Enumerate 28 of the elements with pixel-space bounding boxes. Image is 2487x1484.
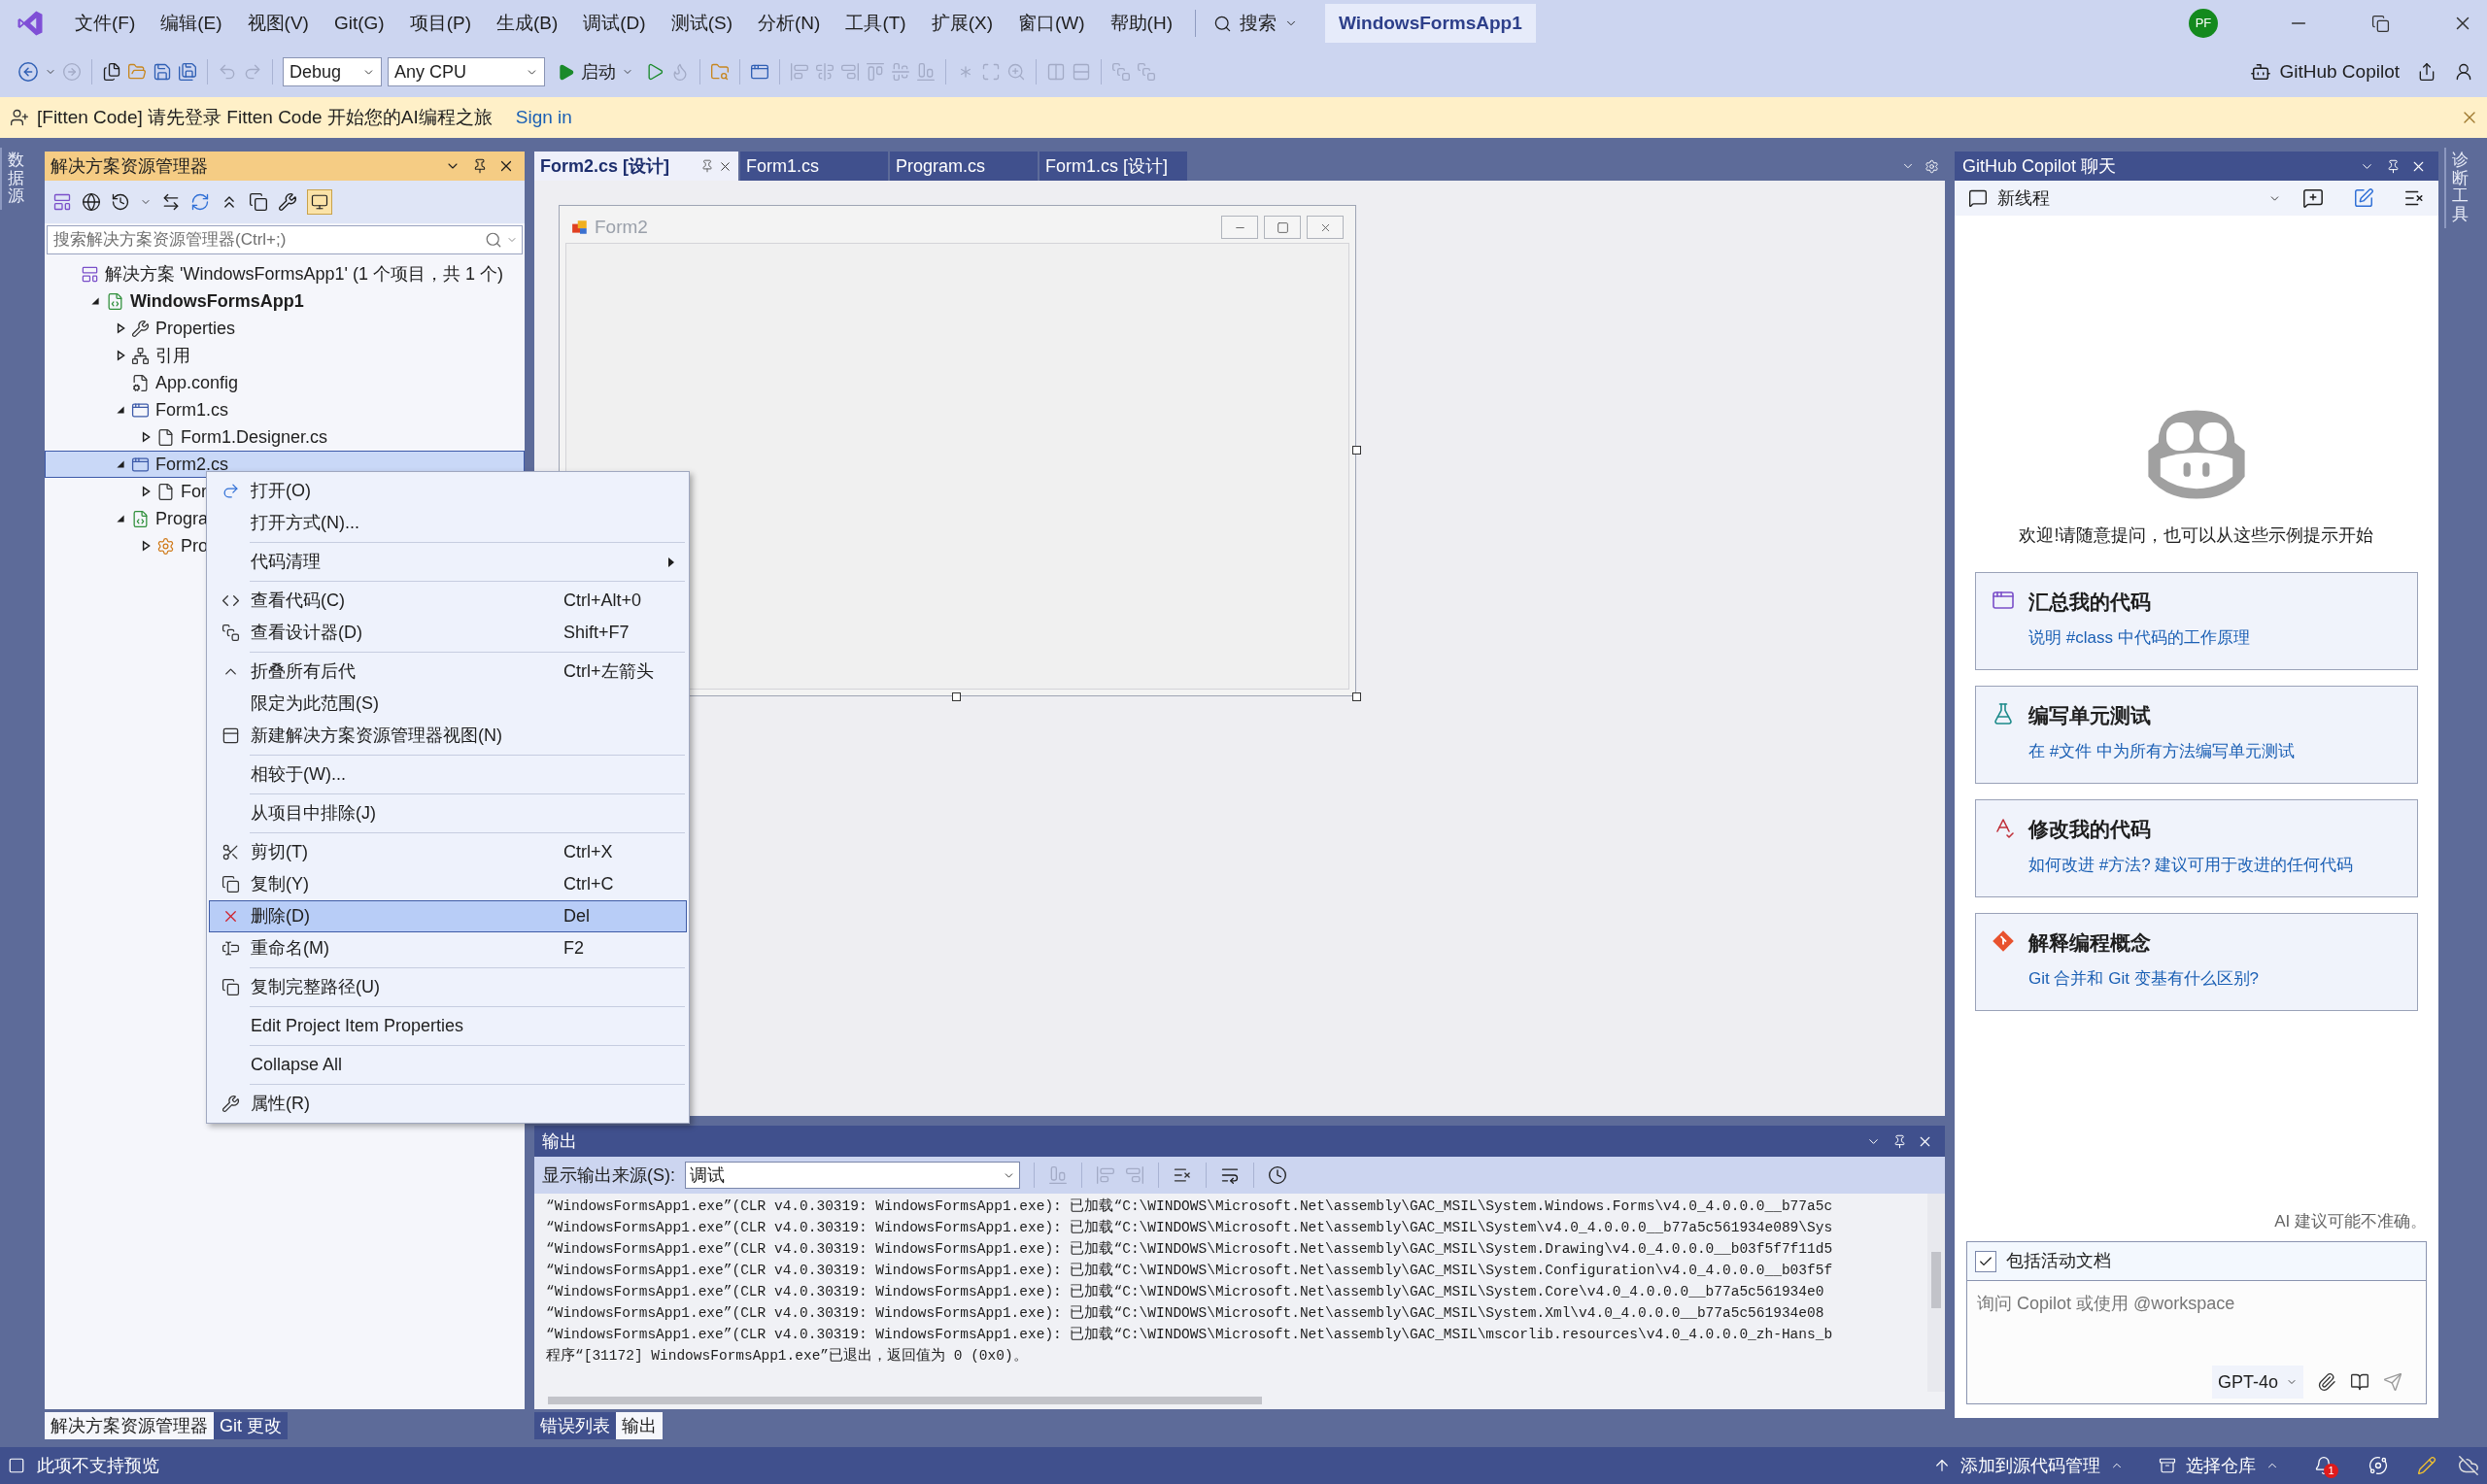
output-line: 程序“[31172] WindowsFormsApp1.exe”已退出，返回值为 0 (0x0)。 (546, 1346, 1028, 1366)
card-title: 汇总我的代码 (2028, 590, 2152, 615)
checkbox-label: 包括活动文档 (2006, 1250, 2111, 1272)
notification-badge: 1 (2324, 1464, 2338, 1478)
output-line: “WindowsFormsApp1.exe”(CLR v4.0.30319: WindowsFormsApp1.exe): 已加载“C:\WINDOWS\Microsoft.Net\assembly\GAC_MSIL\System.Windows.Forms\v4.0_4.0.0.0__b77a5c (546, 1197, 1833, 1216)
output-line: “WindowsFormsApp1.exe”(CLR v4.0.30319: WindowsFormsApp1.exe): 已加载“C:\WINDOWS\Microsoft.Net\assembly\GAC_MSIL\System.Configuration\v4.0_4.0.0.0__b03f5f (546, 1261, 1833, 1280)
source-label: 显示输出来源(S): (542, 1164, 675, 1187)
status-message: 此项不支持预览 (37, 1454, 159, 1477)
output-line: “WindowsFormsApp1.exe”(CLR v4.0.30319: WindowsFormsApp1.exe): 已加载“C:\WINDOWS\Microsoft.Net\assembly\GAC_MSIL\System.Core\v4.0_4.0.0.0__b77a5c561934e0 (546, 1282, 1824, 1301)
panel-title: 输出 (542, 1130, 577, 1153)
card-title: 解释编程概念 (2028, 930, 2152, 956)
card-prompt: 说明 #class 中代码的工作原理 (2028, 626, 2250, 649)
panel-title: 解决方案资源管理器 (51, 154, 208, 178)
card-prompt: 在 #文件 中为所有方法编写单元测试 (2028, 740, 2295, 762)
output-line: “WindowsFormsApp1.exe”(CLR v4.0.30319: WindowsFormsApp1.exe): 已加载“C:\WINDOWS\Microsoft.Net\assembly\GAC_MSIL\System.Xml\v4.0_4.0.0.0__b77a5c561934e08 (546, 1303, 1824, 1323)
form-title: Form2 (595, 215, 648, 239)
card-prompt: 如何改进 #方法? 建议可用于改进的任何代码 (2028, 854, 2354, 876)
solution-title: WindowsFormsApp1 (1325, 3, 1536, 44)
info-message: [Fitten Code] 请先登录 Fitten Code 开始您的AI编程之旅 (37, 105, 493, 129)
welcome-text: 欢迎!请随意提问，也可以从这些示例提示开始 (2019, 524, 2374, 547)
card-title: 编写单元测试 (2028, 703, 2152, 728)
output-line: “WindowsFormsApp1.exe”(CLR v4.0.30319: WindowsFormsApp1.exe): 已加载“C:\WINDOWS\Microsoft.Net\assembly\GAC_MSIL\System\v4.0_4.0.0.0__b77a5c561934e089\Sys (546, 1218, 1833, 1237)
output-line: “WindowsFormsApp1.exe”(CLR v4.0.30319: WindowsFormsApp1.exe): 已加载“C:\WINDOWS\Microsoft.Net\assembly\GAC_MSIL\System.Drawing\v4.0_4.0.0.0__b03f5f7f11d5 (546, 1239, 1833, 1259)
output-line: “WindowsFormsApp1.exe”(CLR v4.0.30319: WindowsFormsApp1.exe): 已加载“C:\WINDOWS\Microsoft.Net\assembly\GAC_MSIL\mscorlib.resources\v4.0_4.0.0.0_zh-Hans_b (546, 1325, 1833, 1344)
card-prompt: Git 合并和 Git 变基有什么区别? (2028, 967, 2260, 990)
card-title: 修改我的代码 (2028, 817, 2152, 842)
disclaimer-text: AI 建议可能不准确。 (2274, 1210, 2427, 1232)
panel-title: GitHub Copilot 聊天 (1962, 154, 2117, 178)
